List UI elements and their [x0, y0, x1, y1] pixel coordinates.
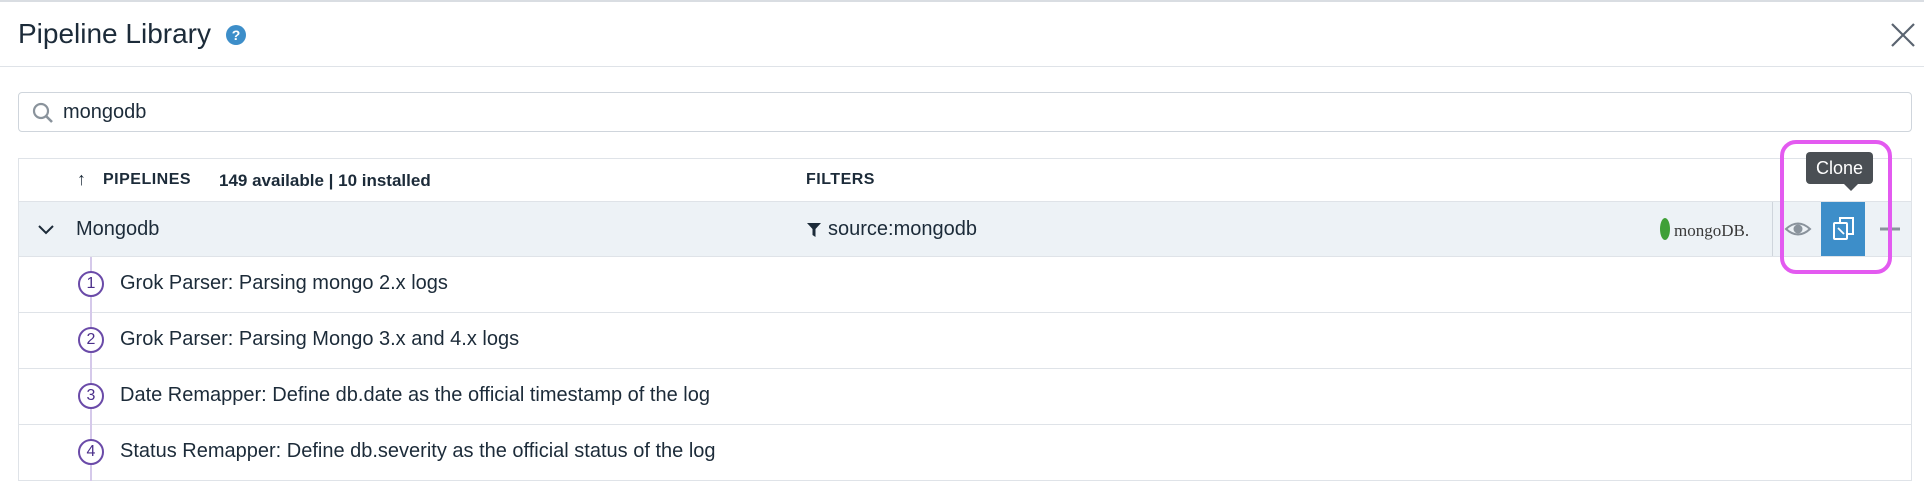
step-number-badge: 4	[78, 439, 104, 465]
step-number-badge: 2	[78, 327, 104, 353]
close-icon[interactable]	[1886, 18, 1920, 52]
step-label: Grok Parser: Parsing mongo 2.x logs	[120, 272, 448, 294]
pipelines-table: ↑ PIPELINES 149 available | 10 installed…	[18, 158, 1912, 481]
pipeline-name: Mongodb	[76, 218, 160, 240]
mongodb-leaf-icon	[1660, 218, 1670, 240]
sort-arrow-icon[interactable]: ↑	[77, 169, 86, 190]
search-box	[18, 92, 1912, 132]
clone-tooltip: Clone	[1806, 152, 1874, 191]
column-header-pipelines[interactable]: PIPELINES	[103, 171, 191, 189]
search-input[interactable]	[63, 93, 1893, 131]
list-item[interactable]: 4 Status Remapper: Define db.severity as…	[19, 425, 1911, 481]
step-number-badge: 3	[78, 383, 104, 409]
step-label: Date Remapper: Define db.date as the off…	[120, 384, 710, 406]
actions-divider	[1772, 202, 1773, 256]
help-icon[interactable]: ?	[226, 25, 246, 45]
step-label: Grok Parser: Parsing Mongo 3.x and 4.x l…	[120, 328, 520, 350]
list-item[interactable]: 2 Grok Parser: Parsing Mongo 3.x and 4.x…	[19, 313, 1911, 369]
logo-text: mongoDB.	[1674, 221, 1750, 240]
search-icon	[32, 102, 53, 123]
list-item[interactable]: 1 Grok Parser: Parsing mongo 2.x logs	[19, 257, 1911, 313]
eye-icon[interactable]	[1783, 214, 1813, 244]
page-title: Pipeline Library	[18, 18, 211, 49]
pipeline-count: 149 available | 10 installed	[219, 171, 431, 190]
funnel-icon	[807, 223, 821, 237]
step-number-badge: 1	[78, 271, 104, 297]
processor-list: 1 Grok Parser: Parsing mongo 2.x logs 2 …	[19, 257, 1911, 481]
table-header: ↑ PIPELINES 149 available | 10 installed…	[19, 159, 1911, 202]
mongodb-logo: mongoDB.	[1660, 216, 1756, 244]
column-header-filters: FILTERS	[806, 171, 875, 188]
clone-icon	[1833, 217, 1854, 240]
step-label: Status Remapper: Define db.severity as t…	[120, 440, 716, 462]
pipeline-row[interactable]: Mongodb source:mongodb mongoDB.	[19, 202, 1911, 257]
list-item[interactable]: 3 Date Remapper: Define db.date as the o…	[19, 369, 1911, 425]
clone-button[interactable]	[1821, 202, 1865, 256]
plus-icon[interactable]	[1875, 214, 1905, 244]
pipeline-filter: source:mongodb	[828, 218, 977, 240]
modal-header: Pipeline Library ?	[0, 2, 1924, 67]
chevron-down-icon[interactable]	[35, 219, 57, 241]
